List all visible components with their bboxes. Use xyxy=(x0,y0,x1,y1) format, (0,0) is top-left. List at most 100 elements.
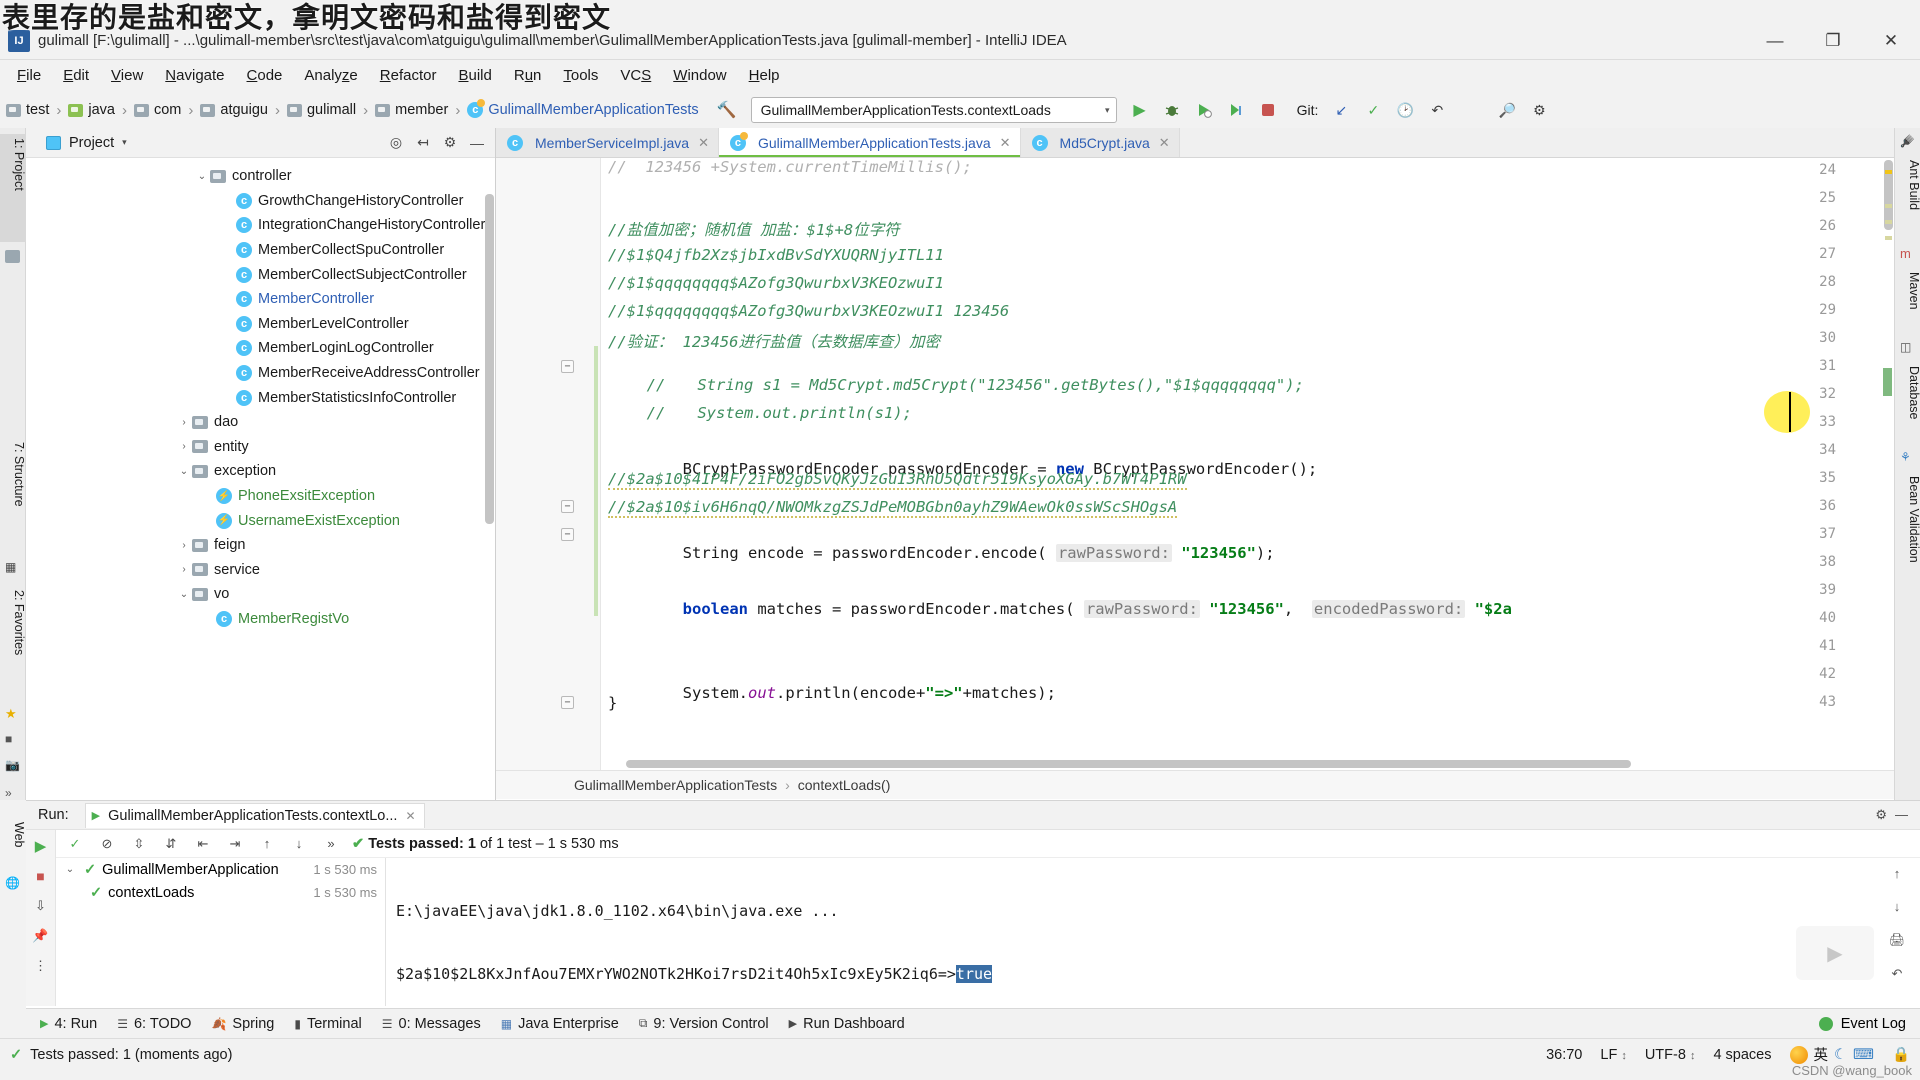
vcs-update-icon[interactable]: ↙ xyxy=(1326,96,1356,124)
tree-node-dao[interactable]: › dao xyxy=(26,410,495,435)
minimize-button[interactable]: — xyxy=(1746,22,1804,60)
file-encoding[interactable]: UTF-8 ↕ xyxy=(1645,1047,1696,1063)
menu-window[interactable]: Window xyxy=(662,63,737,88)
sort-alphabetically-icon[interactable]: ⇳ xyxy=(128,833,150,855)
menu-vcs[interactable]: VCS xyxy=(609,63,662,88)
chevron-down-icon[interactable]: ⌄ xyxy=(62,864,78,875)
stop-button[interactable] xyxy=(1253,96,1283,124)
more-actions-icon[interactable]: ⋮ xyxy=(31,956,51,976)
ime-indicator[interactable]: 英 ☾ ⌨ xyxy=(1789,1044,1874,1065)
maven-m-icon[interactable]: m xyxy=(1900,246,1916,262)
sidebar-item-maven[interactable]: Maven xyxy=(1895,268,1920,330)
bottom-tab-todo[interactable]: ☰ 6: TODO xyxy=(117,1016,191,1032)
tab-memberserviceimpl[interactable]: MemberServiceImpl.java ✕ xyxy=(496,128,719,157)
close-icon[interactable]: ✕ xyxy=(405,809,415,823)
scroll-from-source-icon[interactable]: ◎ xyxy=(384,131,408,155)
folder-icon[interactable] xyxy=(5,250,20,263)
toggle-tasks-icon[interactable]: ⇩ xyxy=(31,896,51,916)
profile-button[interactable] xyxy=(1221,96,1251,124)
tree-node-memberlevelcontroller[interactable]: MemberLevelController xyxy=(26,312,495,337)
editor-horizontal-scrollbar[interactable] xyxy=(626,760,1631,768)
tree-node-feign[interactable]: › feign xyxy=(26,533,495,558)
line-separator[interactable]: LF ↕ xyxy=(1600,1047,1626,1063)
tree-node-integrationchangehistorycontroller[interactable]: IntegrationChangeHistoryController xyxy=(26,213,495,238)
grid-icon[interactable]: ▦ xyxy=(5,560,21,576)
pin-icon[interactable]: 📌 xyxy=(31,926,51,946)
menu-analyze[interactable]: Analyze xyxy=(293,63,368,88)
chevron-down-icon[interactable]: ⌄ xyxy=(194,171,210,182)
tab-md5crypt[interactable]: Md5Crypt.java ✕ xyxy=(1020,128,1180,157)
sidebar-item-project[interactable]: 1: Project xyxy=(0,134,26,242)
tree-node-vo[interactable]: ⌄ vo xyxy=(26,582,495,607)
stop-icon[interactable]: ■ xyxy=(31,866,51,886)
sidebar-item-favorites[interactable]: 2: Favorites xyxy=(0,586,26,690)
sidebar-item-database[interactable]: Database xyxy=(1895,362,1920,440)
previous-failed-icon[interactable]: ↑ xyxy=(256,833,278,855)
test-tree-row-contextloads[interactable]: ✓ contextLoads 1 s 530 ms xyxy=(56,881,385,904)
project-tree-scrollbar[interactable] xyxy=(485,194,494,524)
breadcrumb-gulimall[interactable]: gulimall xyxy=(268,102,356,119)
sidebar-item-bean-validation[interactable]: Bean Validation xyxy=(1895,472,1920,588)
tree-node-memberreceiveaddresscontroller[interactable]: MemberReceiveAddressController xyxy=(26,361,495,386)
breadcrumb-member[interactable]: member xyxy=(356,102,448,119)
tree-node-memberregistvo[interactable]: MemberRegistVo xyxy=(26,607,495,632)
tree-node-usernameexistexception[interactable]: UsernameExistException xyxy=(26,508,495,533)
scroll-up-icon[interactable]: ↑ xyxy=(1894,866,1901,881)
rerun-icon[interactable]: ▶ xyxy=(31,836,51,856)
menu-edit[interactable]: Edit xyxy=(52,63,100,88)
sidebar-item-web[interactable]: Web xyxy=(0,818,26,870)
tab-gulimallmemberapplicationtests[interactable]: GulimallMemberApplicationTests.java ✕ xyxy=(718,128,1021,157)
stop-small-icon[interactable]: ■ xyxy=(5,732,21,748)
bottom-tab-messages[interactable]: ☰ 0: Messages xyxy=(382,1016,481,1032)
tree-node-membercontroller[interactable]: MemberController xyxy=(26,287,495,312)
warning-marker[interactable] xyxy=(1885,236,1892,240)
run-configuration-selector[interactable]: GulimallMemberApplicationTests.contextLo… xyxy=(750,97,1117,123)
tree-node-controller[interactable]: ⌄ controller xyxy=(26,164,495,189)
hide-panel-icon[interactable]: — xyxy=(465,131,489,155)
lock-icon[interactable]: 🔒 xyxy=(1892,1046,1910,1063)
star-icon[interactable]: ★ xyxy=(5,706,21,722)
fold-marker-icon[interactable]: − xyxy=(561,696,574,709)
close-icon[interactable]: ✕ xyxy=(1000,135,1011,151)
run-settings-icon[interactable]: ⚙ xyxy=(1875,807,1887,823)
bottom-tab-spring[interactable]: 🍂 Spring xyxy=(211,1016,274,1032)
tree-node-phoneexsitexception[interactable]: PhoneExsitException xyxy=(26,484,495,509)
debug-button[interactable] xyxy=(1157,96,1187,124)
vcs-rollback-icon[interactable]: ↶ xyxy=(1422,96,1452,124)
menu-file[interactable]: File xyxy=(6,63,52,88)
tree-node-membercollectsubjectcontroller[interactable]: MemberCollectSubjectController xyxy=(26,262,495,287)
bottom-tab-terminal[interactable]: ▮ Terminal xyxy=(294,1016,361,1032)
warning-marker[interactable] xyxy=(1885,220,1892,224)
breadcrumb-atguigu[interactable]: atguigu xyxy=(181,102,268,119)
wrap-text-icon[interactable]: ↶ xyxy=(1892,966,1903,982)
indent-setting[interactable]: 4 spaces xyxy=(1713,1047,1771,1063)
more-icon[interactable]: » xyxy=(5,786,21,802)
test-tree-row-root[interactable]: ⌄ ✓ GulimallMemberApplication 1 s 530 ms xyxy=(56,858,385,881)
chevron-down-icon[interactable]: ⌄ xyxy=(176,589,192,600)
hide-panel-icon[interactable]: — xyxy=(1895,807,1908,823)
close-icon[interactable]: ✕ xyxy=(1159,135,1170,151)
menu-navigate[interactable]: Navigate xyxy=(154,63,235,88)
chevron-right-icon[interactable]: › xyxy=(176,540,192,551)
next-failed-icon[interactable]: ↓ xyxy=(288,833,310,855)
tree-node-service[interactable]: › service xyxy=(26,558,495,583)
caret-position-marker[interactable] xyxy=(1883,368,1892,396)
event-log-button[interactable]: Event Log xyxy=(1818,1016,1920,1032)
expand-all-icon[interactable]: ⇤ xyxy=(192,833,214,855)
chevron-right-icon[interactable]: › xyxy=(176,417,192,428)
camera-icon[interactable]: 📷 xyxy=(5,758,21,774)
close-icon[interactable]: ✕ xyxy=(698,135,709,151)
warning-marker[interactable] xyxy=(1885,204,1892,208)
breadcrumb-method-label[interactable]: contextLoads() xyxy=(798,777,891,793)
menu-refactor[interactable]: Refactor xyxy=(369,63,448,88)
globe-icon[interactable]: 🌐 xyxy=(5,876,21,892)
tree-node-exception[interactable]: ⌄ exception xyxy=(26,459,495,484)
maximize-button[interactable]: ❐ xyxy=(1804,22,1862,60)
breadcrumb-class[interactable]: GulimallMemberApplicationTests xyxy=(448,99,699,119)
chevron-right-icon[interactable]: › xyxy=(176,441,192,452)
run-button[interactable]: ▶ xyxy=(1125,96,1155,124)
menu-tools[interactable]: Tools xyxy=(552,63,609,88)
chevron-down-icon[interactable]: ▾ xyxy=(122,137,127,148)
console-output[interactable]: E:\javaEE\java\jdk1.8.0_1102.x64\bin\jav… xyxy=(392,858,1874,1006)
print-icon[interactable]: 🖨 xyxy=(1889,932,1906,948)
